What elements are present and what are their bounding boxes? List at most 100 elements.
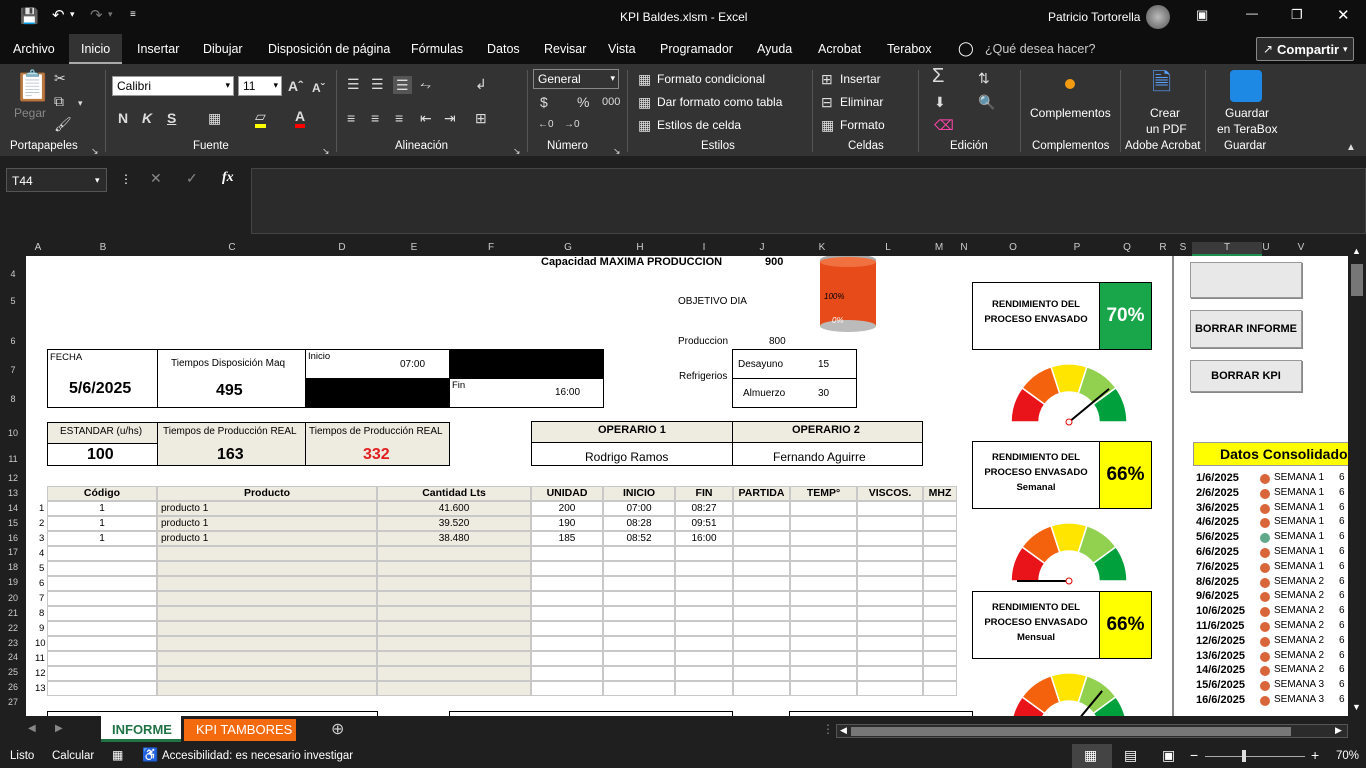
table-cell[interactable] — [531, 606, 603, 621]
list-item[interactable]: 12/6/2025 SEMANA 2 6 — [1196, 635, 1348, 649]
table-cell[interactable] — [733, 591, 790, 606]
table-cell[interactable] — [675, 591, 733, 606]
table-cell[interactable] — [157, 576, 377, 591]
sheet-tab-informe[interactable]: INFORME — [101, 716, 181, 742]
table-cell[interactable] — [790, 666, 857, 681]
zoom-level[interactable]: 70% — [1336, 750, 1359, 762]
table-header[interactable]: FIN — [675, 486, 733, 501]
table-header[interactable]: Producto — [157, 486, 377, 501]
column-header[interactable]: Q — [1119, 242, 1135, 256]
tab-dibujar[interactable]: Dibujar — [203, 42, 243, 56]
table-cell[interactable]: 39.520 — [377, 516, 531, 531]
tab-terabox[interactable]: Terabox — [887, 42, 931, 56]
table-cell[interactable] — [857, 681, 923, 696]
table-cell[interactable] — [531, 636, 603, 651]
collapse-ribbon-icon[interactable]: ▲ — [1346, 140, 1356, 156]
table-cell[interactable] — [857, 501, 923, 516]
table-cell[interactable] — [675, 561, 733, 576]
table-cell[interactable] — [733, 561, 790, 576]
dialog-launcher-icon[interactable]: ↘ — [513, 143, 521, 159]
redo-icon[interactable]: ↷ — [90, 6, 103, 24]
italic-icon[interactable]: K — [142, 110, 152, 126]
table-cell[interactable] — [603, 681, 675, 696]
list-item[interactable]: 11/6/2025 SEMANA 2 6 — [1196, 620, 1348, 634]
table-cell[interactable] — [790, 606, 857, 621]
user-name[interactable]: Patricio Tortorella — [1048, 10, 1140, 24]
table-cell[interactable] — [857, 531, 923, 546]
column-header[interactable]: F — [483, 242, 499, 256]
table-cell[interactable] — [733, 516, 790, 531]
vertical-scrollbar[interactable]: ▲ ▼ — [1348, 246, 1366, 716]
bold-icon[interactable]: N — [118, 110, 128, 126]
column-header[interactable]: S — [1175, 242, 1191, 256]
row-header[interactable]: 15 — [0, 518, 26, 528]
decrease-decimal-icon[interactable]: →0 — [564, 117, 580, 133]
table-cell[interactable]: producto 1 — [157, 501, 377, 516]
column-header[interactable]: D — [334, 242, 350, 256]
redo-dropdown-icon[interactable]: ▾ — [108, 9, 113, 20]
table-cell[interactable] — [377, 651, 531, 666]
table-header[interactable]: MHZ — [923, 486, 957, 501]
table-cell[interactable] — [531, 576, 603, 591]
table-cell[interactable] — [790, 576, 857, 591]
table-cell[interactable] — [157, 546, 377, 561]
table-cell[interactable] — [857, 606, 923, 621]
row-header[interactable]: 26 — [0, 682, 26, 692]
dialog-launcher-icon[interactable]: ↘ — [91, 143, 99, 159]
worksheet-grid[interactable]: Capacidad MAXIMA PRODUCCION 900 OBJETIVO… — [26, 256, 1348, 716]
table-cell[interactable] — [733, 546, 790, 561]
thousands-icon[interactable]: 000 — [602, 94, 620, 110]
table-cell[interactable] — [857, 516, 923, 531]
table-cell[interactable] — [603, 666, 675, 681]
autosum-icon[interactable]: Σ — [932, 66, 944, 86]
row-header[interactable]: 14 — [0, 503, 26, 513]
tab-revisar[interactable]: Revisar — [544, 42, 586, 56]
sheet-tab-kpi-tambores[interactable]: KPI TAMBORES — [184, 719, 296, 741]
table-cell[interactable] — [377, 561, 531, 576]
table-cell[interactable] — [790, 636, 857, 651]
table-cell[interactable] — [923, 666, 957, 681]
list-item[interactable]: 2/6/2025 SEMANA 1 6 — [1196, 487, 1348, 501]
table-row[interactable] — [47, 666, 157, 681]
addins-button[interactable]: Complementos — [1030, 106, 1111, 120]
column-header[interactable]: G — [560, 242, 576, 256]
list-item[interactable]: 1/6/2025 SEMANA 1 6 — [1196, 472, 1348, 486]
table-cell[interactable] — [377, 591, 531, 606]
list-item[interactable]: 10/6/2025 SEMANA 2 6 — [1196, 605, 1348, 619]
column-header[interactable]: L — [880, 242, 896, 256]
table-header[interactable]: PARTIDA — [733, 486, 790, 501]
table-cell[interactable] — [790, 561, 857, 576]
align-middle-icon[interactable]: ☰ — [371, 76, 384, 92]
row-header[interactable]: 12 — [0, 473, 26, 483]
borders-icon[interactable]: ▦ — [208, 110, 221, 126]
tab-disposicion[interactable]: Disposición de página — [268, 42, 390, 56]
save-terabox-label[interactable]: Guardar — [1225, 106, 1269, 120]
tab-ayuda[interactable]: Ayuda — [757, 42, 792, 56]
align-center-icon[interactable]: ≡ — [371, 110, 379, 126]
table-cell[interactable] — [857, 666, 923, 681]
create-pdf-label[interactable]: Crear — [1150, 106, 1180, 120]
table-cell[interactable] — [157, 651, 377, 666]
row-header[interactable]: 6 — [0, 336, 26, 346]
table-cell[interactable] — [531, 546, 603, 561]
find-select-icon[interactable]: 🔍 — [978, 94, 995, 110]
table-cell[interactable] — [675, 621, 733, 636]
list-item[interactable]: 4/6/2025 SEMANA 1 6 — [1196, 516, 1348, 530]
scroll-down-icon[interactable]: ▼ — [1352, 702, 1361, 712]
row-header[interactable]: 13 — [0, 488, 26, 498]
table-cell[interactable] — [857, 621, 923, 636]
table-header[interactable]: Cantidad Lts — [377, 486, 531, 501]
table-cell[interactable] — [603, 546, 675, 561]
table-cell[interactable]: 38.480 — [377, 531, 531, 546]
tab-insertar[interactable]: Insertar — [137, 42, 179, 56]
align-top-icon[interactable]: ☰ — [347, 76, 360, 92]
paste-label[interactable]: Pegar — [14, 106, 46, 120]
share-button[interactable]: ↗ Compartir ▾ — [1256, 37, 1354, 61]
row-header[interactable]: 24 — [0, 652, 26, 662]
page-layout-icon[interactable]: ▤ — [1124, 747, 1137, 764]
align-bottom-icon[interactable]: ☰ — [393, 76, 412, 94]
table-cell[interactable] — [157, 621, 377, 636]
table-header[interactable]: INICIO — [603, 486, 675, 501]
table-cell[interactable] — [790, 681, 857, 696]
column-header[interactable]: O — [1005, 242, 1021, 256]
